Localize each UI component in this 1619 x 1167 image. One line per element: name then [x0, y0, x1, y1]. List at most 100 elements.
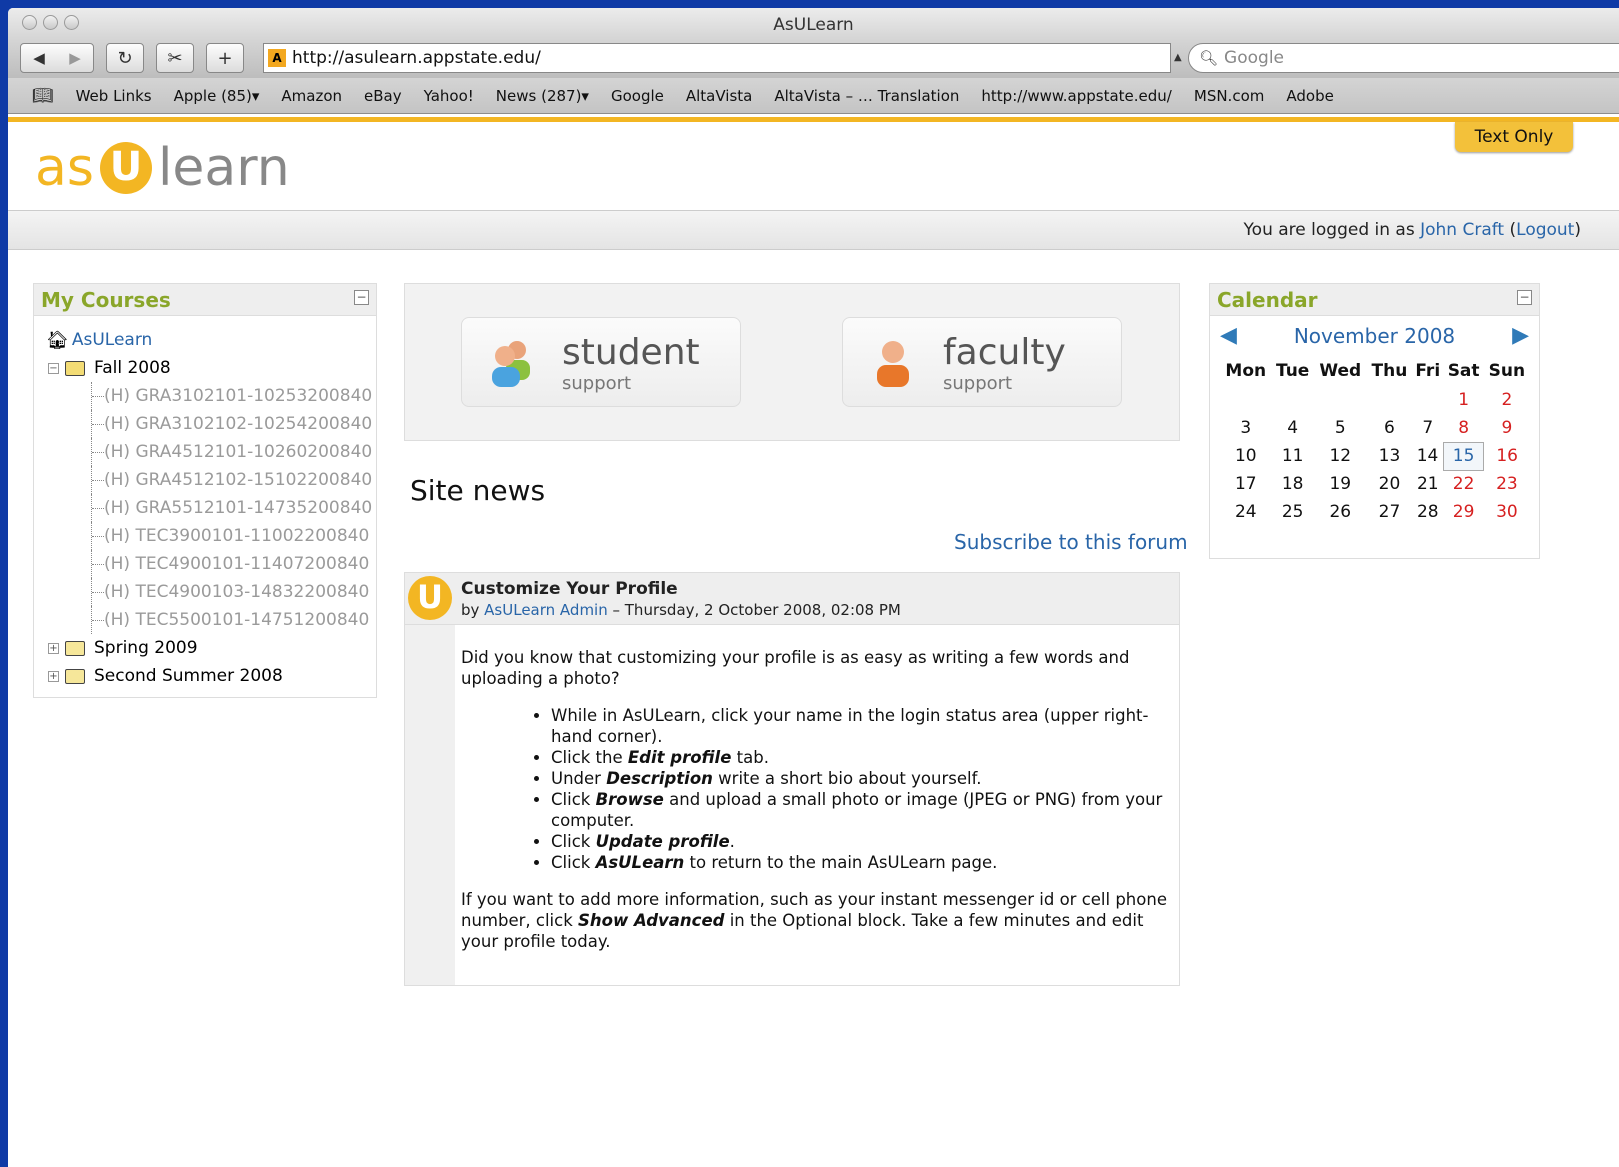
history-caret-icon[interactable]: ▲: [1174, 52, 1182, 63]
calendar-day[interactable]: 18: [1272, 470, 1314, 498]
course-item[interactable]: (H) TEC5500101-14751200840: [91, 606, 369, 634]
course-item[interactable]: (H) GRA4512101-10260200840: [91, 438, 372, 466]
calendar-day[interactable]: 1: [1443, 386, 1483, 414]
course-item[interactable]: (H) GRA3102101-10253200840: [91, 382, 372, 410]
bookmark-apple[interactable]: Apple (85)▾: [174, 87, 260, 105]
calendar-day[interactable]: 4: [1272, 414, 1314, 442]
reload-icon[interactable]: ↻: [106, 43, 144, 73]
summer-2008-label[interactable]: Second Summer 2008: [94, 666, 283, 686]
calendar-day[interactable]: 13: [1367, 442, 1412, 470]
bookmarks-book-icon[interactable]: 📖︎: [32, 86, 54, 106]
calendar-day[interactable]: 6: [1367, 414, 1412, 442]
fall-2008-label[interactable]: Fall 2008: [94, 358, 171, 378]
calendar-day[interactable]: 20: [1367, 470, 1412, 498]
forward-icon[interactable]: ▶: [57, 49, 93, 67]
spring-2009-label[interactable]: Spring 2009: [94, 638, 198, 658]
calendar-day[interactable]: 21: [1412, 470, 1443, 498]
calendar-day[interactable]: 3: [1220, 414, 1272, 442]
user-name-link[interactable]: John Craft: [1420, 220, 1504, 240]
text-only-button[interactable]: Text Only: [1455, 122, 1573, 152]
bookmark-altavista[interactable]: AltaVista: [686, 87, 753, 105]
calendar-day[interactable]: 29: [1443, 498, 1483, 526]
bookmark-msn[interactable]: MSN.com: [1194, 87, 1265, 105]
url-text[interactable]: http://asulearn.appstate.edu/: [292, 48, 541, 68]
calendar-day[interactable]: 12: [1314, 442, 1367, 470]
add-bookmark-icon[interactable]: +: [206, 43, 244, 73]
search-field[interactable]: 🔍︎ Google: [1188, 43, 1619, 73]
student-support-button[interactable]: student support: [461, 317, 741, 407]
bookmark-google[interactable]: Google: [611, 87, 664, 105]
my-courses-header: My Courses −: [34, 284, 376, 316]
course-link[interactable]: (H) GRA4512102-15102200840: [104, 470, 372, 490]
calendar-day[interactable]: 25: [1272, 498, 1314, 526]
course-link[interactable]: (H) TEC5500101-14751200840: [104, 610, 369, 630]
weekday-header: Mon: [1225, 361, 1267, 381]
calendar-day[interactable]: 10: [1220, 442, 1272, 470]
calendar-day[interactable]: 11: [1272, 442, 1314, 470]
course-link[interactable]: (H) GRA5512101-14735200840: [104, 498, 372, 518]
back-icon[interactable]: ◀: [21, 49, 57, 67]
bookmark-web-links[interactable]: Web Links: [76, 87, 152, 105]
faculty-support-button[interactable]: faculty support: [842, 317, 1122, 407]
calendar-day[interactable]: 26: [1314, 498, 1367, 526]
post-side: [405, 573, 455, 985]
author-link[interactable]: AsULearn Admin: [484, 601, 608, 619]
calendar-day[interactable]: 14: [1412, 442, 1443, 470]
collapse-icon[interactable]: −: [354, 290, 369, 305]
calendar-day[interactable]: 2: [1484, 386, 1530, 414]
expand-node-icon[interactable]: +: [48, 670, 59, 682]
calendar-day[interactable]: 8: [1443, 414, 1483, 442]
bookmark-adobe[interactable]: Adobe: [1286, 87, 1333, 105]
course-link[interactable]: (H) GRA3102101-10253200840: [104, 386, 372, 406]
calendar-day[interactable]: 28: [1412, 498, 1443, 526]
search-placeholder[interactable]: Google: [1224, 48, 1284, 68]
calendar-day[interactable]: 22: [1443, 470, 1483, 498]
course-link[interactable]: (H) TEC3900101-11002200840: [104, 526, 369, 546]
calendar-day[interactable]: 17: [1220, 470, 1272, 498]
expand-node-icon[interactable]: +: [48, 642, 59, 654]
calendar-month-link[interactable]: November 2008: [1294, 324, 1455, 348]
course-item[interactable]: (H) TEC3900101-11002200840: [91, 522, 369, 550]
logout-link[interactable]: Logout: [1516, 220, 1574, 240]
author-avatar[interactable]: U: [408, 576, 452, 620]
bookmark-appstate[interactable]: http://www.appstate.edu/: [981, 87, 1171, 105]
bookmark-news[interactable]: News (287)▾: [496, 87, 589, 105]
course-link[interactable]: (H) TEC4900101-11407200840: [104, 554, 369, 574]
asulearn-logo[interactable]: as U learn: [35, 138, 290, 198]
bookmark-ebay[interactable]: eBay: [364, 87, 402, 105]
course-item[interactable]: (H) GRA3102102-10254200840: [91, 410, 372, 438]
tree-summer-2008[interactable]: + Second Summer 2008: [46, 662, 364, 690]
step-text: tab.: [731, 748, 769, 767]
calendar-day[interactable]: 24: [1220, 498, 1272, 526]
course-item[interactable]: (H) TEC4900101-11407200840: [91, 550, 369, 578]
calendar-day[interactable]: 9: [1484, 414, 1530, 442]
snapback-icon[interactable]: ✂: [156, 43, 194, 73]
calendar-day[interactable]: 27: [1367, 498, 1412, 526]
prev-month-icon[interactable]: ◀: [1220, 316, 1237, 356]
calendar-day[interactable]: 16: [1484, 442, 1530, 470]
course-item[interactable]: (H) TEC4900103-14832200840: [91, 578, 369, 606]
tree-spring-2009[interactable]: + Spring 2009: [46, 634, 364, 662]
bookmark-altavista-translation[interactable]: AltaVista – … Translation: [774, 87, 959, 105]
calendar-day[interactable]: 7: [1412, 414, 1443, 442]
course-link[interactable]: (H) GRA3102102-10254200840: [104, 414, 372, 434]
bookmark-amazon[interactable]: Amazon: [281, 87, 342, 105]
course-link[interactable]: (H) TEC4900103-14832200840: [104, 582, 369, 602]
bookmark-yahoo[interactable]: Yahoo!: [424, 87, 474, 105]
collapse-icon[interactable]: −: [1517, 290, 1532, 305]
home-link[interactable]: AsULearn: [72, 330, 152, 350]
next-month-icon[interactable]: ▶: [1512, 316, 1529, 356]
course-item[interactable]: (H) GRA5512101-14735200840: [91, 494, 372, 522]
calendar-day[interactable]: 19: [1314, 470, 1367, 498]
course-item[interactable]: (H) GRA4512102-15102200840: [91, 466, 372, 494]
collapse-node-icon[interactable]: −: [48, 362, 59, 374]
calendar-day[interactable]: 15: [1442, 441, 1485, 471]
calendar-week: 3456789: [1220, 414, 1530, 442]
tree-fall-2008[interactable]: − Fall 2008: [46, 354, 364, 382]
calendar-day[interactable]: 30: [1484, 498, 1530, 526]
address-bar[interactable]: A http://asulearn.appstate.edu/: [263, 43, 1171, 73]
calendar-day[interactable]: 5: [1314, 414, 1367, 442]
course-link[interactable]: (H) GRA4512101-10260200840: [104, 442, 372, 462]
subscribe-forum-link[interactable]: Subscribe to this forum: [954, 530, 1188, 554]
calendar-day[interactable]: 23: [1484, 470, 1530, 498]
